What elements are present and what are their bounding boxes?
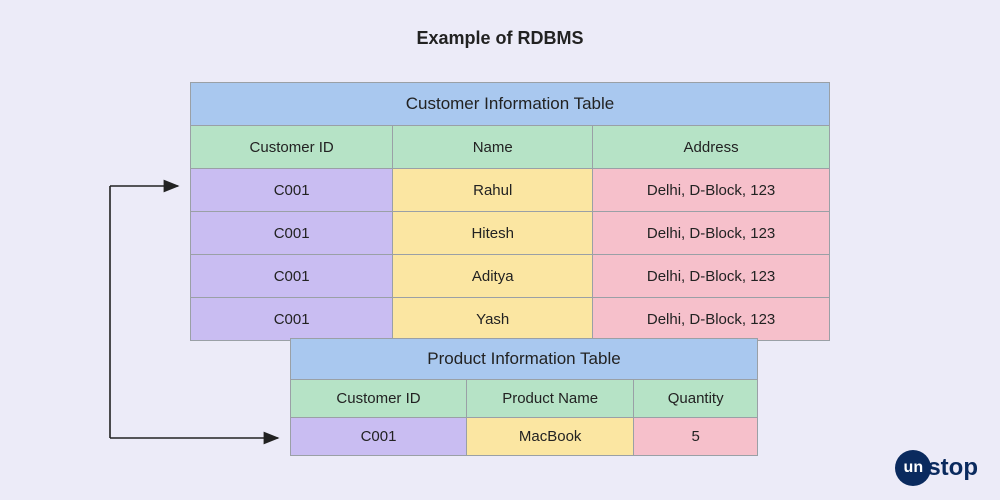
column-header-address: Address — [593, 126, 830, 169]
cell-address: Delhi, D-Block, 123 — [593, 212, 830, 255]
logo-text: stop — [927, 454, 978, 481]
cell-customer-id: C001 — [191, 255, 393, 298]
table-header-row: Customer ID Name Address — [191, 126, 830, 169]
table-row: C001 Yash Delhi, D-Block, 123 — [191, 298, 830, 341]
table-row: C001 Rahul Delhi, D-Block, 123 — [191, 169, 830, 212]
cell-customer-id: C001 — [291, 418, 467, 456]
column-header-id: Customer ID — [291, 380, 467, 418]
product-information-table: Product Information Table Customer ID Pr… — [290, 338, 758, 456]
cell-name: Hitesh — [393, 212, 593, 255]
table-row: C001 Aditya Delhi, D-Block, 123 — [191, 255, 830, 298]
cell-name: Yash — [393, 298, 593, 341]
cell-name: Rahul — [393, 169, 593, 212]
table-title-row: Product Information Table — [291, 339, 758, 380]
unstop-logo: unstop — [895, 450, 978, 486]
customer-information-table: Customer Information Table Customer ID N… — [190, 82, 830, 341]
cell-name: Aditya — [393, 255, 593, 298]
table-row: C001 MacBook 5 — [291, 418, 758, 456]
table-title-row: Customer Information Table — [191, 83, 830, 126]
cell-customer-id: C001 — [191, 169, 393, 212]
table-title: Customer Information Table — [191, 83, 830, 126]
cell-product-name: MacBook — [466, 418, 633, 456]
table-header-row: Customer ID Product Name Quantity — [291, 380, 758, 418]
cell-address: Delhi, D-Block, 123 — [593, 169, 830, 212]
column-header-quantity: Quantity — [634, 380, 758, 418]
cell-address: Delhi, D-Block, 123 — [593, 255, 830, 298]
column-header-product: Product Name — [466, 380, 633, 418]
cell-customer-id: C001 — [191, 212, 393, 255]
cell-customer-id: C001 — [191, 298, 393, 341]
column-header-name: Name — [393, 126, 593, 169]
cell-quantity: 5 — [634, 418, 758, 456]
column-header-id: Customer ID — [191, 126, 393, 169]
table-title: Product Information Table — [291, 339, 758, 380]
logo-circle: un — [895, 450, 931, 486]
page-title: Example of RDBMS — [0, 0, 1000, 49]
cell-address: Delhi, D-Block, 123 — [593, 298, 830, 341]
table-row: C001 Hitesh Delhi, D-Block, 123 — [191, 212, 830, 255]
